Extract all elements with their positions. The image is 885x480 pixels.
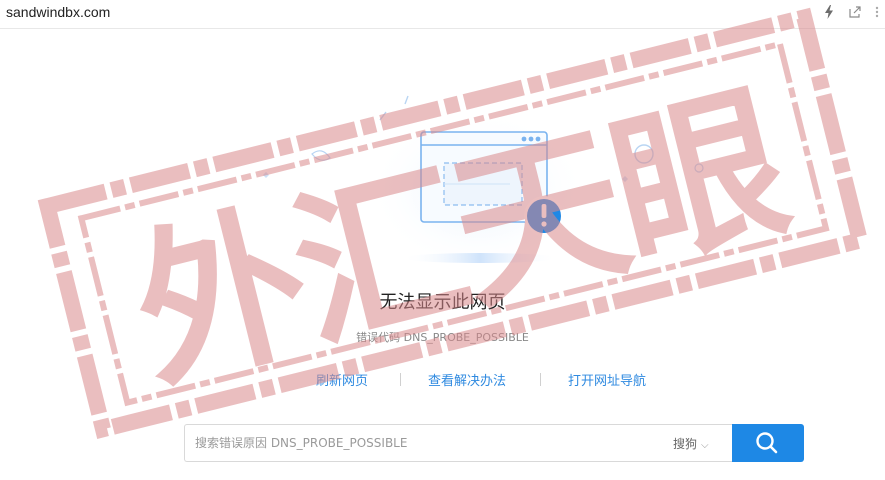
search-engine-label: 搜狗 [673,437,698,451]
search-box: 搜狗⌵ [184,424,732,462]
error-code: 错误代码 DNS_PROBE_POSSIBLE [356,331,529,344]
action-links: 刷新网页 查看解决办法 打开网址导航 [0,370,885,390]
chevron-down-icon: ⌵ [701,440,709,451]
decoration-right [622,144,704,182]
search-input[interactable] [195,425,655,461]
refresh-page-link[interactable]: 刷新网页 [316,370,368,389]
search-icon [756,432,778,454]
view-solutions-link[interactable]: 查看解决办法 [428,370,506,389]
open-url-nav-link[interactable]: 打开网址导航 [568,370,646,389]
divider [400,373,401,386]
error-title: 无法显示此网页 [379,292,506,313]
search-button[interactable] [732,424,804,462]
search-engine-select[interactable]: 搜狗 ⌵ [673,435,709,452]
error-illustration [263,95,704,270]
alert-icon [524,196,564,236]
divider [540,373,541,386]
